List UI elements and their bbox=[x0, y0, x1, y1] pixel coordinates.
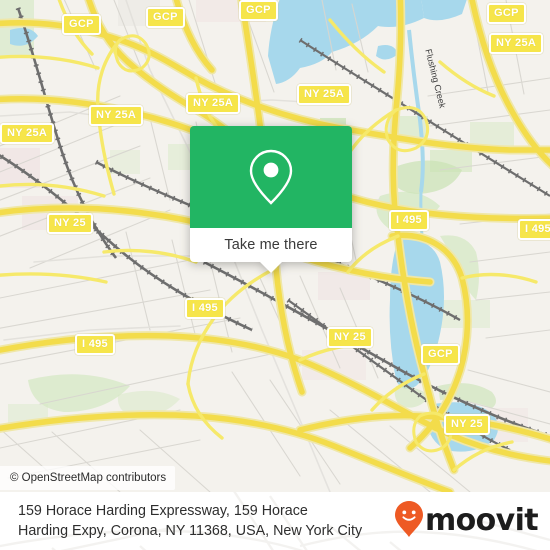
road-shield: NY 25A bbox=[186, 93, 241, 114]
road-shield: GCP bbox=[421, 344, 460, 365]
map-pin-icon bbox=[248, 148, 294, 206]
moovit-wordmark: moovit bbox=[424, 503, 539, 538]
moovit-pin-icon bbox=[394, 500, 424, 543]
road-shield: GCP bbox=[62, 14, 101, 35]
road-shield: GCP bbox=[146, 7, 185, 28]
road-shield: NY 25 bbox=[327, 327, 373, 348]
road-shield: I 495 bbox=[75, 334, 115, 355]
callout-header bbox=[190, 126, 352, 228]
callout-pointer-tail bbox=[260, 262, 282, 273]
take-me-there-label: Take me there bbox=[224, 237, 318, 253]
road-shield: NY 25 bbox=[444, 414, 490, 435]
road-shield: I 495 bbox=[185, 298, 225, 319]
take-me-there-button[interactable]: Take me there bbox=[190, 228, 352, 273]
osm-attribution[interactable]: © OpenStreetMap contributors bbox=[0, 466, 176, 490]
road-shield: NY 25A bbox=[0, 123, 55, 144]
address-text: 159 Horace Harding Expressway, 159 Horac… bbox=[18, 501, 362, 541]
road-shield: I 495 bbox=[389, 210, 429, 231]
moovit-map-screenshot: .wtr { fill:#a7d8ec; } .grn { fill:#d5e8… bbox=[0, 0, 550, 550]
road-shield: NY 25A bbox=[297, 84, 352, 105]
road-shield: NY 25 bbox=[47, 213, 93, 234]
address-line-1: 159 Horace Harding Expressway, 159 Horac… bbox=[18, 503, 308, 519]
moovit-logo[interactable]: moovit bbox=[394, 500, 539, 543]
road-shield: GCP bbox=[239, 0, 278, 21]
road-shield: I 495 bbox=[518, 219, 550, 240]
location-callout-card[interactable]: Take me there bbox=[190, 126, 352, 273]
map-canvas[interactable]: .wtr { fill:#a7d8ec; } .grn { fill:#d5e8… bbox=[0, 0, 550, 492]
road-shield: NY 25A bbox=[89, 105, 144, 126]
footer-bar: 159 Horace Harding Expressway, 159 Horac… bbox=[0, 492, 550, 550]
road-shield: GCP bbox=[487, 3, 526, 24]
road-shield: NY 25A bbox=[489, 33, 544, 54]
address-line-2: Harding Expy, Corona, NY 11368, USA, New… bbox=[18, 523, 363, 539]
